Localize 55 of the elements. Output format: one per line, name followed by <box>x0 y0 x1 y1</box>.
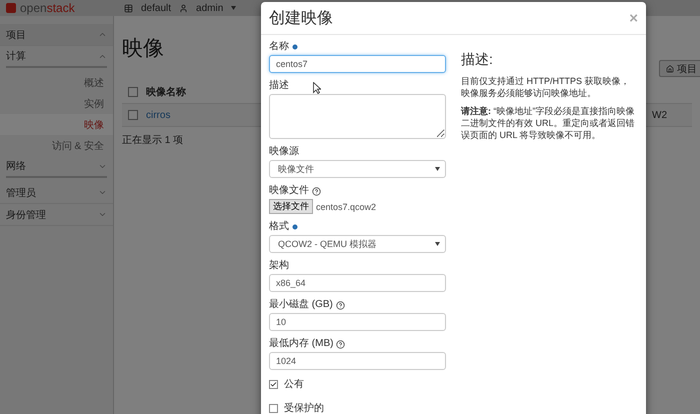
project-button[interactable]: 项目 <box>659 60 700 77</box>
checkbox-label: 受保护的 <box>284 402 324 414</box>
description-text: 目前仅支持通过 HTTP/HTTPS 获取映像，映像服务必须能够访问映像地址。 <box>461 75 630 99</box>
checkbox[interactable] <box>269 404 278 412</box>
dialog-title: 创建映像 <box>269 8 333 28</box>
close-button[interactable]: × <box>629 10 638 26</box>
text-field[interactable]: centos7 <box>269 55 446 73</box>
file-name: centos7.qcow2 <box>316 202 376 212</box>
chevron-down-icon <box>98 210 107 219</box>
caret-icon <box>435 167 440 171</box>
page-title: 映像 <box>122 36 164 62</box>
image-link[interactable]: cirros <box>146 110 170 120</box>
choose-file-button[interactable]: 选择文件 <box>269 199 313 214</box>
text-field[interactable]: 10 <box>269 313 446 331</box>
caret-icon <box>435 242 440 246</box>
sidebar-group[interactable]: 计算 <box>6 46 107 68</box>
user-menu[interactable]: admin <box>196 2 224 14</box>
sidebar-group[interactable]: 网络 <box>6 156 107 178</box>
home-icon <box>666 64 674 72</box>
chevron-down-icon <box>98 188 107 197</box>
field-label: 名称 <box>269 41 289 53</box>
select-field[interactable]: 映像文件 <box>269 160 446 178</box>
user-icon <box>179 4 188 12</box>
checkbox[interactable] <box>128 87 138 97</box>
column-header: 映像名称 <box>146 86 186 99</box>
field-label: 最低内存 (MB) <box>269 338 334 350</box>
checkbox-label: 公有 <box>284 378 304 391</box>
description-heading: 描述: <box>461 51 494 69</box>
field-label: 映像源 <box>269 146 299 158</box>
table-cell-text: W2 <box>652 110 668 120</box>
field-label: 映像文件 <box>269 185 309 197</box>
sidebar-item[interactable]: 概述 <box>0 72 113 93</box>
logo-icon <box>6 3 16 13</box>
sidebar-section[interactable]: 项目 <box>0 24 113 46</box>
caret-icon <box>231 6 236 10</box>
field-label: 最小磁盘 (GB) <box>269 299 333 311</box>
logo-text: openstack <box>20 1 75 15</box>
sidebar-item[interactable]: 实例 <box>0 93 113 114</box>
select-field[interactable]: QCOW2 - QEMU 模拟器 <box>269 235 446 253</box>
field-label: 格式 <box>269 221 289 233</box>
description-text: 请注意: “映像地址”字段必须是直接指向映像二进制文件的有效 URL。重定向或者返回错误页面的 URL 将导致映像不可用。 <box>461 105 636 141</box>
cursor-icon <box>313 82 321 94</box>
sidebar-item[interactable]: 访问 & 安全 <box>0 135 113 156</box>
textarea-field[interactable] <box>269 94 446 139</box>
sidebar-item[interactable]: 映像 <box>0 114 113 135</box>
text-field[interactable]: 1024 <box>269 352 446 370</box>
field-label: 描述 <box>269 80 289 92</box>
checkbox[interactable] <box>128 110 138 120</box>
field-label: 架构 <box>269 260 289 272</box>
text-field[interactable]: x86_64 <box>269 274 446 292</box>
checkbox[interactable] <box>269 380 278 388</box>
table-icon <box>124 4 133 12</box>
project-selector[interactable]: default <box>141 2 172 14</box>
item-count: 正在显示 1 项 <box>122 134 184 147</box>
chevron-up-icon <box>98 30 107 39</box>
